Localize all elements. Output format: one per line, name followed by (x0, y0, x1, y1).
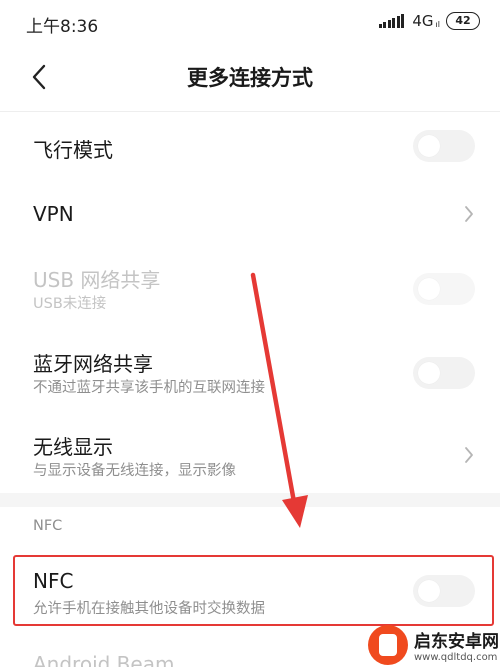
row-title: 飞行模式 (33, 138, 113, 162)
row-title: 无线显示 (33, 435, 113, 459)
watermark-name: 启东安卓网 (414, 632, 499, 652)
network-activity-icon: ıl (435, 20, 440, 29)
watermark: 启东安卓网 www.qdltdq.com (368, 625, 499, 665)
chevron-right-icon (465, 447, 473, 463)
toggle-knob (418, 362, 440, 384)
status-time: 上午8:36 (26, 17, 99, 37)
bluetooth-tethering-toggle[interactable] (413, 357, 475, 389)
row-title: VPN (33, 202, 74, 226)
row-title: 蓝牙网络共享 (33, 352, 153, 376)
setting-wireless-display[interactable]: 无线显示 与显示设备无线连接，显示影像 (0, 417, 500, 491)
setting-vpn[interactable]: VPN (0, 180, 500, 248)
setting-bluetooth-tethering[interactable]: 蓝牙网络共享 不通过蓝牙共享该手机的互联网连接 (0, 334, 500, 408)
row-subtitle: USB未连接 (33, 296, 107, 312)
status-indicators: 4G ıl 42 (377, 12, 480, 30)
airplane-mode-toggle[interactable] (413, 130, 475, 162)
watermark-url: www.qdltdq.com (414, 652, 498, 663)
row-subtitle: 不通过蓝牙共享该手机的互联网连接 (33, 380, 265, 396)
row-title: USB 网络共享 (33, 268, 161, 292)
status-bar: 上午8:36 4G ıl 42 (0, 0, 500, 44)
title-bar: 更多连接方式 (0, 44, 500, 112)
network-type: 4G (412, 12, 434, 30)
section-header-nfc: NFC (33, 518, 63, 534)
battery-icon: 42 (446, 12, 480, 30)
usb-tethering-toggle (413, 273, 475, 305)
row-subtitle: 与显示设备无线连接，显示影像 (33, 463, 236, 479)
watermark-logo-icon (368, 625, 408, 665)
toggle-knob (418, 278, 440, 300)
chevron-right-icon (465, 206, 473, 222)
setting-usb-tethering: USB 网络共享 USB未连接 (0, 250, 500, 324)
setting-airplane-mode[interactable]: 飞行模式 (0, 112, 500, 180)
row-title: Android Beam (33, 652, 175, 667)
highlight-box (13, 555, 494, 626)
toggle-knob (418, 135, 440, 157)
section-divider (0, 493, 500, 507)
page-title: 更多连接方式 (187, 66, 313, 90)
signal-strength-icon (377, 14, 405, 28)
